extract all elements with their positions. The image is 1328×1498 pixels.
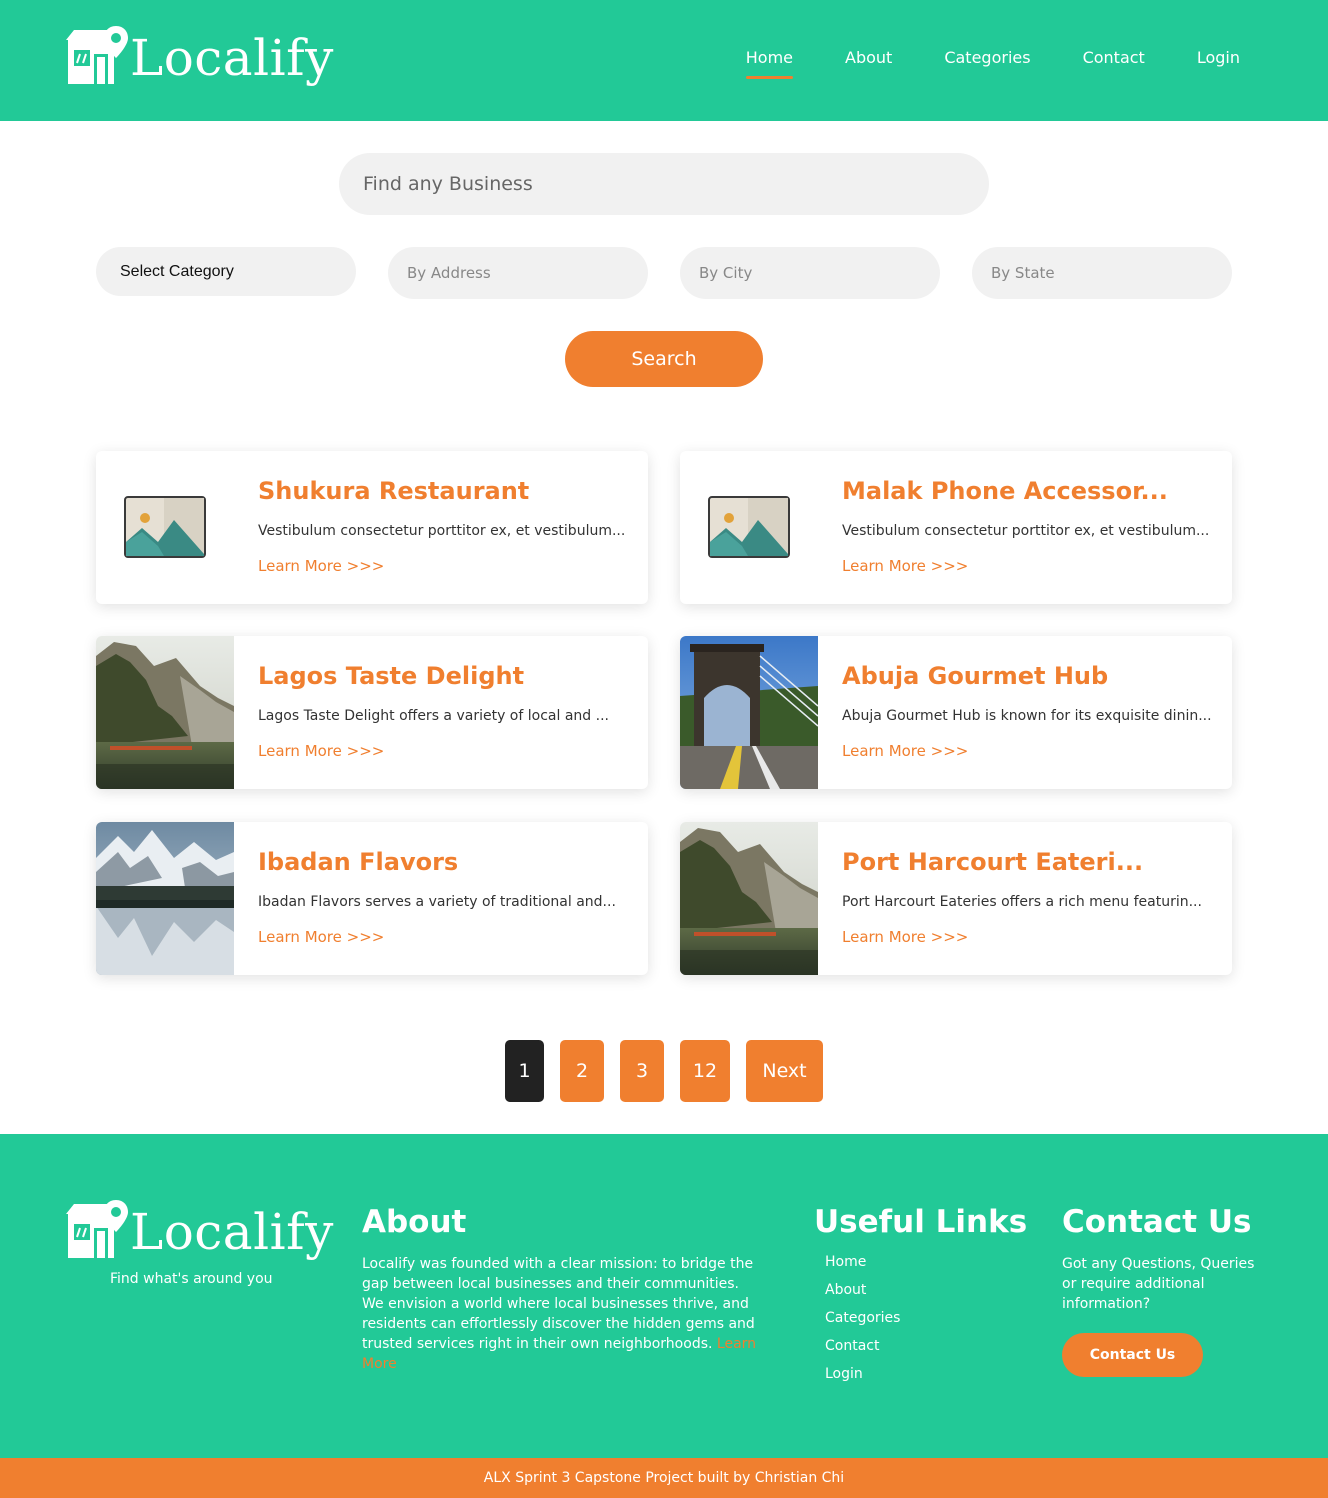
brand-tagline: Find what's around you: [110, 1271, 273, 1287]
listing-description: Vestibulum consectetur porttitor ex, et …: [258, 523, 626, 539]
footer-link-home[interactable]: Home: [825, 1254, 900, 1282]
page-12-button[interactable]: 12: [680, 1040, 730, 1102]
state-input[interactable]: By State: [972, 247, 1232, 299]
listing-title[interactable]: Shukura Restaurant: [258, 477, 529, 505]
listing-title[interactable]: Abuja Gourmet Hub: [842, 662, 1108, 690]
category-select[interactable]: Select Category: [96, 247, 356, 296]
footer-contact-heading: Contact Us: [1062, 1204, 1252, 1240]
bridge-photo[interactable]: [680, 636, 818, 789]
nav-home[interactable]: Home: [745, 48, 794, 79]
footer-logo[interactable]: Localify: [66, 1200, 334, 1260]
store-location-icon: [66, 1200, 128, 1260]
footer-link-categories[interactable]: Categories: [825, 1310, 900, 1338]
footer-link-contact[interactable]: Contact: [825, 1338, 900, 1366]
learn-more-link[interactable]: Learn More >>>: [842, 928, 968, 946]
footer-about-heading: About: [362, 1204, 467, 1240]
credits-bar: ALX Sprint 3 Capstone Project built by C…: [0, 1458, 1328, 1498]
footer-links-heading: Useful Links: [814, 1204, 1028, 1240]
listing-description: Vestibulum consectetur porttitor ex, et …: [842, 523, 1210, 539]
page-2-button[interactable]: 2: [560, 1040, 604, 1102]
nav-login[interactable]: Login: [1197, 48, 1240, 73]
image-placeholder-icon: [708, 496, 790, 558]
footer-about-text: Localify was founded with a clear missio…: [362, 1254, 762, 1374]
learn-more-link[interactable]: Learn More >>>: [258, 557, 384, 575]
listing-description: Abuja Gourmet Hub is known for its exqui…: [842, 708, 1212, 724]
page-3-button[interactable]: 3: [620, 1040, 664, 1102]
brand-name: Localify: [130, 29, 334, 87]
footer-links: Home About Categories Contact Login: [825, 1254, 900, 1394]
learn-more-link[interactable]: Learn More >>>: [258, 928, 384, 946]
learn-more-link[interactable]: Learn More >>>: [258, 742, 384, 760]
main-nav: Home About Categories Contact Login: [694, 48, 1240, 79]
listing-description: Lagos Taste Delight offers a variety of …: [258, 708, 609, 724]
listing-title[interactable]: Port Harcourt Eateri...: [842, 848, 1143, 876]
listing-title[interactable]: Malak Phone Accessor...: [842, 477, 1168, 505]
page-1-button[interactable]: 1: [505, 1040, 544, 1102]
nav-categories[interactable]: Categories: [944, 48, 1030, 73]
listing-card[interactable]: Shukura Restaurant Vestibulum consectetu…: [96, 451, 648, 604]
listing-card[interactable]: Malak Phone Accessor... Vestibulum conse…: [680, 451, 1232, 604]
nav-contact[interactable]: Contact: [1083, 48, 1145, 73]
listing-card[interactable]: Ibadan Flavors Ibadan Flavors serves a v…: [96, 822, 648, 975]
listing-description: Port Harcourt Eateries offers a rich men…: [842, 894, 1202, 910]
site-header: Localify Home About Categories Contact L…: [0, 0, 1328, 121]
listing-title[interactable]: Lagos Taste Delight: [258, 662, 524, 690]
footer-contact-text: Got any Questions, Queries or require ad…: [1062, 1256, 1255, 1312]
address-input[interactable]: By Address: [388, 247, 648, 299]
header-logo[interactable]: Localify: [66, 26, 334, 86]
listing-card[interactable]: Port Harcourt Eateri... Port Harcourt Ea…: [680, 822, 1232, 975]
mountain-lake-photo[interactable]: [680, 822, 818, 975]
about-paragraph: Localify was founded with a clear missio…: [362, 1256, 755, 1352]
mountain-lake-photo[interactable]: [96, 636, 234, 789]
footer-link-login[interactable]: Login: [825, 1366, 900, 1394]
brand-name: Localify: [130, 1203, 334, 1261]
store-location-icon: [66, 26, 128, 86]
learn-more-link[interactable]: Learn More >>>: [842, 557, 968, 575]
site-footer: Localify Find what's around you About Lo…: [0, 1134, 1328, 1458]
footer-link-about[interactable]: About: [825, 1282, 900, 1310]
listing-description: Ibadan Flavors serves a variety of tradi…: [258, 894, 616, 910]
listing-title[interactable]: Ibadan Flavors: [258, 848, 458, 876]
contact-us-button[interactable]: Contact Us: [1062, 1333, 1203, 1377]
city-input[interactable]: By City: [680, 247, 940, 299]
next-page-button[interactable]: Next: [746, 1040, 823, 1102]
image-placeholder-icon: [124, 496, 206, 558]
listing-card[interactable]: Lagos Taste Delight Lagos Taste Delight …: [96, 636, 648, 789]
snowy-mountain-lake-photo[interactable]: [96, 822, 234, 975]
nav-about[interactable]: About: [845, 48, 892, 73]
business-search-input[interactable]: Find any Business: [339, 153, 989, 215]
learn-more-link[interactable]: Learn More >>>: [842, 742, 968, 760]
search-button[interactable]: Search: [565, 331, 763, 387]
listing-card[interactable]: Abuja Gourmet Hub Abuja Gourmet Hub is k…: [680, 636, 1232, 789]
